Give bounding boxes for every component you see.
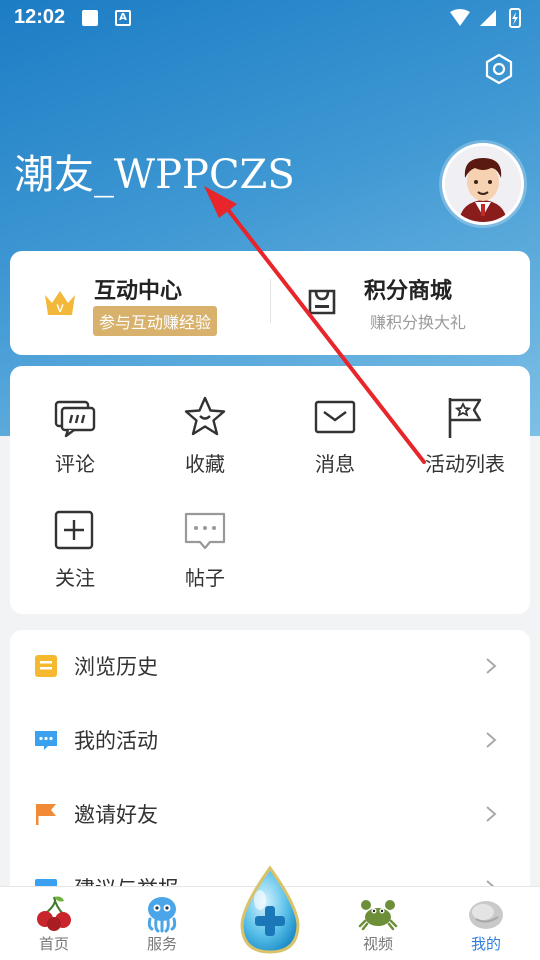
avatar-face-icon [445, 146, 521, 222]
mail-icon [314, 400, 356, 434]
points-mall-entry[interactable]: 积分商城 赚积分换大礼 [270, 251, 530, 355]
grid-label: 帖子 [185, 566, 225, 590]
history-icon [35, 655, 57, 677]
grid-item-posts[interactable]: 帖子 [140, 480, 270, 590]
nav-label: 服务 [146, 935, 177, 953]
list-label: 邀请好友 [74, 803, 158, 827]
interaction-center-badge: 参与互动赚经验 [93, 306, 218, 336]
list-item-invite-friends[interactable]: 邀请好友 [10, 778, 530, 852]
grid-item-activity-list[interactable]: 活动列表 [400, 366, 530, 476]
signal-icon [480, 10, 496, 26]
crab-icon [358, 900, 398, 931]
svg-text:V: V [56, 303, 64, 315]
list-item-history[interactable]: 浏览历史 [10, 630, 530, 704]
interaction-center-entry[interactable]: V 互动中心 参与互动赚经验 [10, 251, 270, 355]
grid-item-following[interactable]: 关注 [10, 480, 140, 590]
octopus-icon [147, 897, 177, 933]
app-notification-icon: A [115, 10, 131, 26]
comment-icon [54, 400, 96, 438]
grid-label: 收藏 [185, 452, 225, 476]
feature-grid: 评论 收藏 消息 活动列表 关注 帖子 [10, 366, 530, 614]
activity-icon [35, 731, 57, 750]
notification-icon [82, 10, 98, 26]
shell-icon [469, 901, 503, 929]
chevron-right-icon [486, 732, 497, 748]
list-label: 浏览历史 [74, 655, 158, 679]
grid-label: 评论 [55, 452, 95, 476]
status-time: 12:02 [14, 6, 66, 28]
nav-label: 视频 [362, 935, 393, 953]
nav-label: 首页 [38, 935, 69, 953]
nav-mine[interactable]: 我的 [446, 887, 526, 960]
grid-item-favorites[interactable]: 收藏 [140, 366, 270, 476]
nav-video[interactable]: 视频 [338, 887, 418, 960]
list-item-my-activities[interactable]: 我的活动 [10, 704, 530, 778]
nav-home[interactable]: 首页 [14, 887, 94, 960]
chevron-right-icon [486, 658, 497, 674]
list-label: 我的活动 [74, 729, 158, 753]
flag-icon [448, 398, 482, 438]
nav-services[interactable]: 服务 [122, 887, 202, 960]
flag-orange-icon [36, 804, 56, 825]
chevron-right-icon [486, 806, 497, 822]
grid-label: 消息 [315, 452, 355, 476]
crown-icon: V [45, 291, 75, 315]
grid-label: 活动列表 [425, 452, 505, 476]
username[interactable]: 潮友_WPPCZS [14, 142, 295, 200]
star-icon [184, 396, 226, 436]
plus-icon [54, 510, 94, 550]
avatar[interactable] [442, 143, 524, 225]
post-icon [184, 512, 226, 550]
shop-icon [308, 289, 336, 315]
cherry-icon [37, 896, 71, 931]
status-icons [450, 8, 521, 28]
interaction-center-title: 互动中心 [94, 279, 183, 304]
points-mall-title: 积分商城 [364, 279, 453, 304]
settings-icon[interactable] [482, 52, 516, 86]
grid-item-comments[interactable]: 评论 [10, 366, 140, 476]
wifi-icon [450, 9, 470, 26]
grid-label: 关注 [55, 566, 95, 590]
center-drop-icon[interactable] [232, 864, 308, 956]
grid-item-messages[interactable]: 消息 [270, 366, 400, 476]
points-mall-subtitle: 赚积分换大礼 [370, 313, 467, 332]
status-bar: 12:02 A [0, 0, 540, 36]
nav-label: 我的 [470, 935, 501, 953]
rewards-card: V 互动中心 参与互动赚经验 积分商城 赚积分换大礼 [10, 251, 530, 355]
